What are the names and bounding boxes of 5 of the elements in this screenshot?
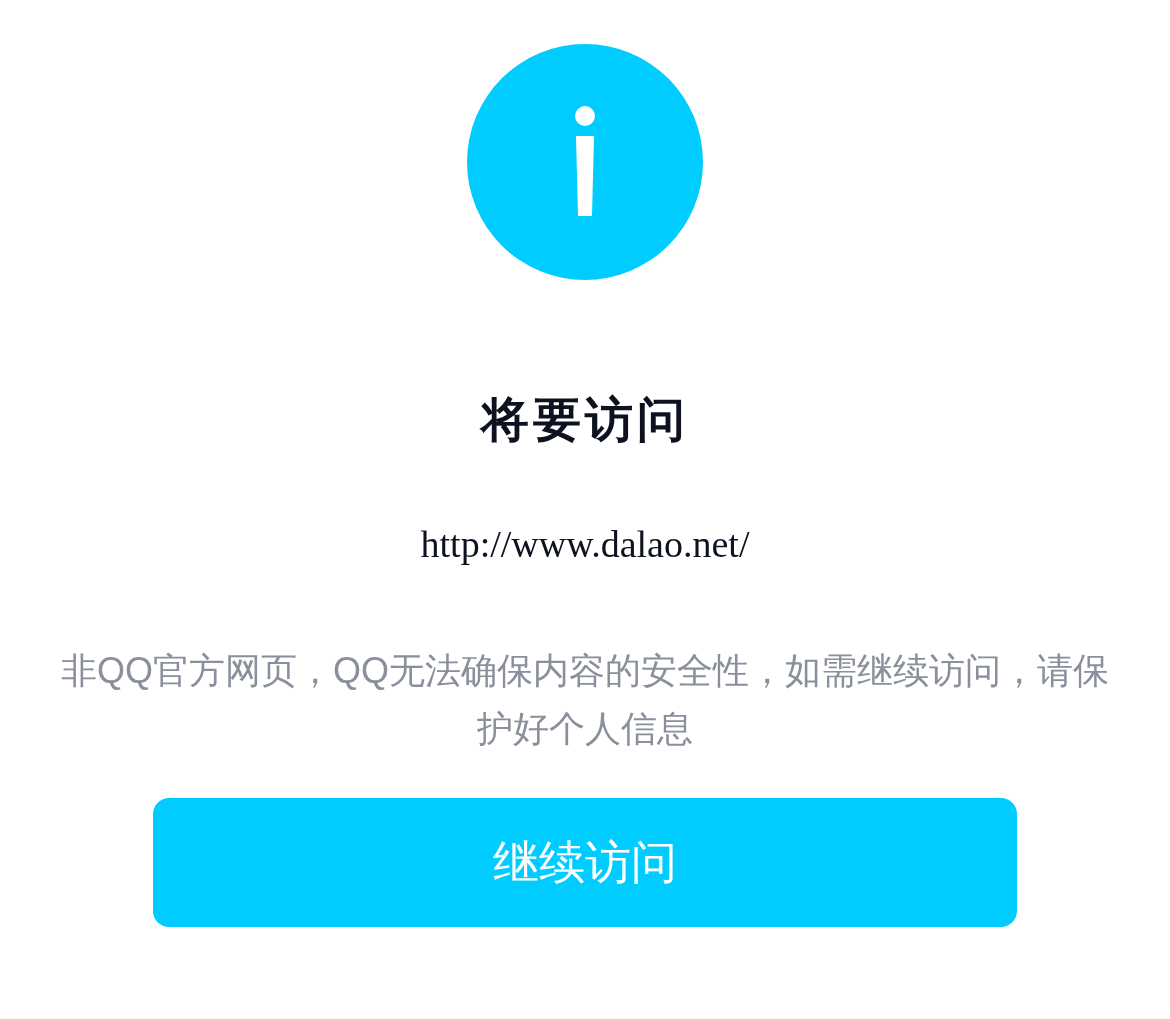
warning-text: 非QQ官方网页，QQ无法确保内容的安全性，如需继续访问，请保护好个人信息 [60,649,1110,751]
page-title: 将要访问 [481,392,689,448]
continue-button[interactable]: 继续访问 [153,798,1017,927]
url-text: http://www.dalao.net/ [420,522,750,566]
info-icon [467,44,703,280]
